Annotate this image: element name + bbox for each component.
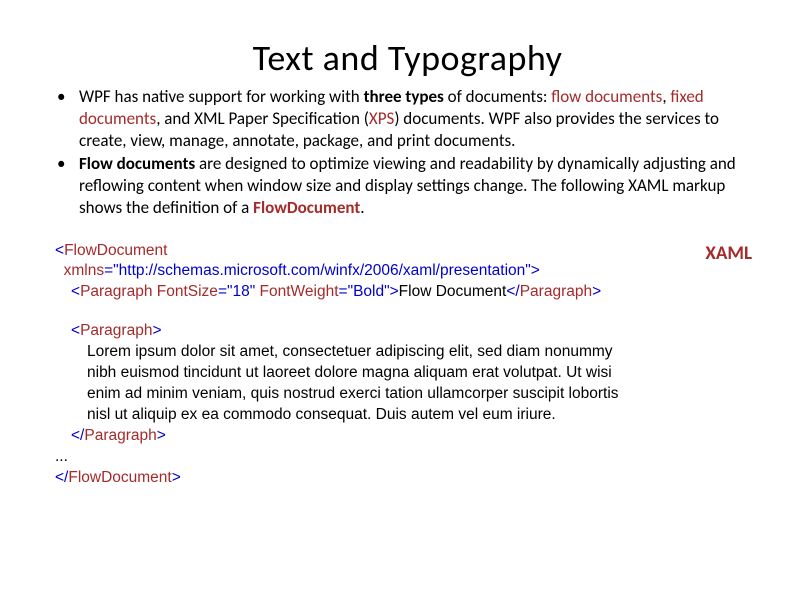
bullet-item-2: Flow documents are designed to optimize … — [55, 153, 760, 218]
code-tag: Paragraph — [80, 322, 152, 339]
code-tag: Paragraph — [84, 427, 156, 444]
code-bracket: > — [592, 283, 601, 300]
code-bracket: </ — [71, 427, 84, 444]
link-xps[interactable]: XPS — [369, 108, 394, 129]
code-line: <FlowDocument — [55, 241, 760, 262]
code-bracket: </ — [506, 283, 519, 300]
code-line: ... — [55, 447, 760, 468]
code-tag: FlowDocument — [64, 242, 167, 259]
code-value: ="http://schemas.microsoft.com/winfx/200… — [104, 262, 540, 279]
code-line: </Paragraph> — [71, 426, 760, 447]
code-bracket: < — [71, 283, 80, 300]
code-bracket: > — [157, 427, 166, 444]
page-title: Text and Typography — [55, 36, 760, 80]
code-line: xmlns="http://schemas.microsoft.com/winf… — [55, 261, 760, 282]
code-line: </FlowDocument> — [55, 468, 760, 489]
link-flow-documents[interactable]: flow documents — [551, 86, 662, 107]
code-tag: FlowDocument — [68, 469, 171, 486]
bullet-item-1: WPF has native support for working with … — [55, 86, 760, 151]
code-attr: FontSize — [152, 283, 217, 300]
text: of documents: — [444, 86, 551, 107]
link-flowdocument[interactable]: FlowDocument — [253, 197, 360, 218]
code-line: nisl ut aliquip ex ea commodo consequat.… — [87, 405, 760, 426]
code-line: nibh euismod tincidunt ut laoreet dolore… — [87, 363, 760, 384]
code-attr: FontWeight — [260, 283, 339, 300]
bullet-list: WPF has native support for working with … — [55, 86, 760, 219]
text: WPF has native support for working with — [79, 86, 364, 107]
code-value: ="Bold"> — [339, 283, 399, 300]
code-value: ="18" — [218, 283, 260, 300]
code-bracket: > — [152, 322, 161, 339]
code-text: Flow Document — [399, 283, 507, 300]
code-block: XAML <FlowDocument xmlns="http://schemas… — [55, 241, 760, 489]
code-line: <Paragraph> — [71, 321, 760, 342]
code-line: <Paragraph FontSize="18" FontWeight="Bol… — [71, 282, 760, 303]
code-tag: Paragraph — [80, 283, 152, 300]
code-bracket: </ — [55, 469, 68, 486]
xaml-label: XAML — [705, 241, 752, 267]
bold-text: Flow documents — [79, 153, 195, 174]
text: . — [360, 197, 364, 218]
code-tag: Paragraph — [520, 283, 592, 300]
code-line: enim ad minim veniam, quis nostrud exerc… — [87, 384, 760, 405]
code-bracket: < — [55, 242, 64, 259]
code-line: Lorem ipsum dolor sit amet, consectetuer… — [87, 342, 760, 363]
code-bracket: > — [172, 469, 181, 486]
text: , and XML Paper Specification ( — [156, 108, 369, 129]
code-attr: xmlns — [55, 262, 104, 279]
bold-text: three types — [364, 86, 444, 107]
code-bracket: < — [71, 322, 80, 339]
